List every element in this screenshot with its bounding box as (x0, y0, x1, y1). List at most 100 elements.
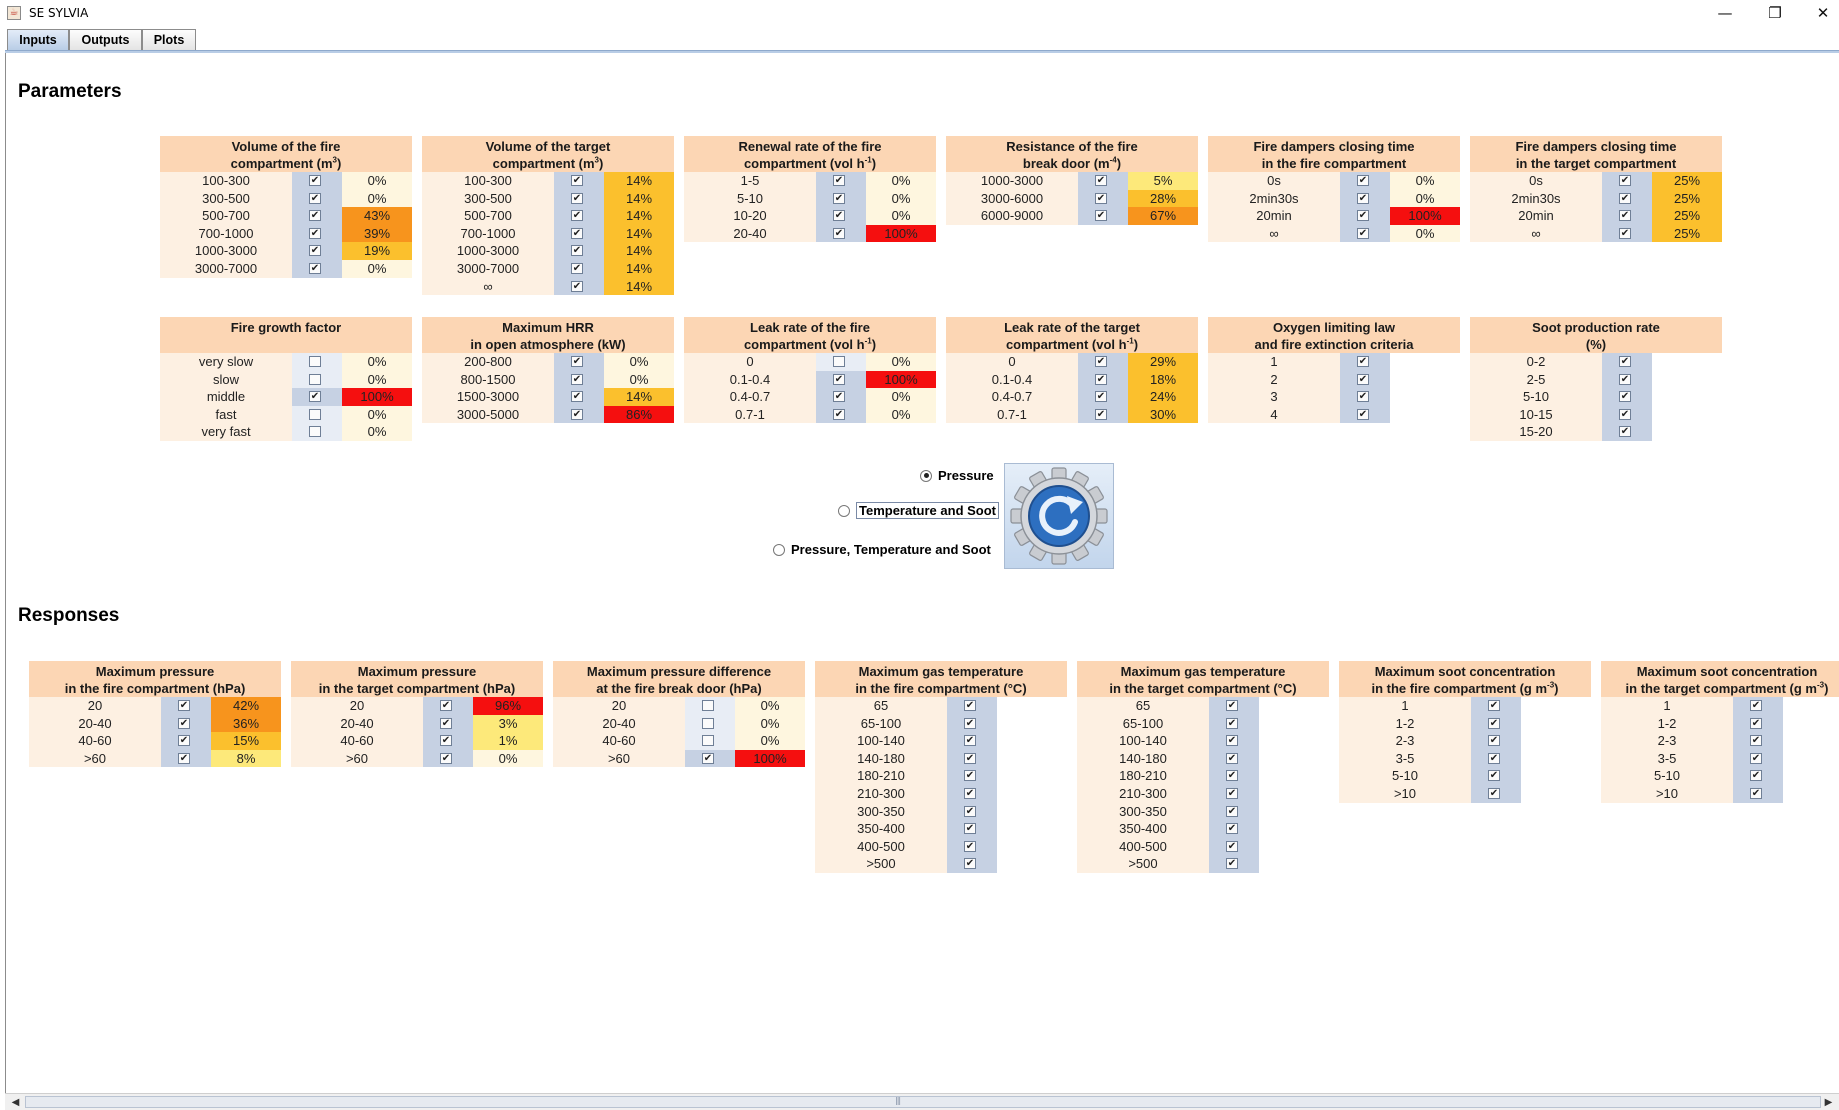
row-checkbox[interactable]: ✔ (1226, 823, 1238, 835)
row-checkbox[interactable]: ✔ (1488, 770, 1500, 782)
horizontal-scrollbar[interactable]: ◀ ||| ▶ (5, 1093, 1839, 1110)
row-checkbox[interactable]: ✔ (1357, 210, 1369, 222)
radio-pressure-temperature-soot-indicator[interactable] (773, 543, 785, 556)
scrollbar-thumb[interactable] (25, 1096, 1821, 1108)
row-checkbox[interactable]: ✔ (964, 787, 976, 799)
compute-button[interactable] (1004, 463, 1114, 569)
row-checkbox[interactable]: ✔ (440, 735, 452, 747)
row-checkbox[interactable]: ✔ (1488, 787, 1500, 799)
row-checkbox[interactable]: ✔ (1357, 192, 1369, 204)
row-checkbox[interactable]: ✔ (309, 245, 321, 257)
row-checkbox[interactable]: ✔ (571, 262, 583, 274)
row-checkbox[interactable]: ✔ (833, 210, 845, 222)
row-checkbox[interactable] (702, 735, 714, 747)
radio-temperature-soot[interactable]: Temperature and Soot (838, 502, 1000, 519)
row-checkbox[interactable]: ✔ (964, 700, 976, 711)
row-checkbox[interactable]: ✔ (178, 752, 190, 764)
row-checkbox[interactable]: ✔ (571, 192, 583, 204)
row-checkbox[interactable]: ✔ (1226, 700, 1238, 711)
row-checkbox[interactable]: ✔ (964, 805, 976, 817)
row-checkbox[interactable]: ✔ (702, 752, 714, 764)
row-checkbox[interactable]: ✔ (1095, 408, 1107, 420)
radio-pressure-temperature-soot[interactable]: Pressure, Temperature and Soot (773, 542, 991, 557)
row-checkbox[interactable] (309, 408, 321, 420)
row-checkbox[interactable]: ✔ (964, 858, 976, 870)
radio-pressure[interactable]: Pressure (920, 468, 994, 483)
row-checkbox[interactable]: ✔ (1226, 840, 1238, 852)
row-checkbox[interactable]: ✔ (1619, 373, 1631, 385)
tab-outputs[interactable]: Outputs (69, 29, 142, 50)
minimize-button[interactable]: — (1702, 0, 1748, 27)
row-checkbox[interactable]: ✔ (309, 227, 321, 239)
row-checkbox[interactable]: ✔ (1226, 858, 1238, 870)
row-checkbox[interactable]: ✔ (1488, 700, 1500, 711)
row-checkbox[interactable]: ✔ (1095, 210, 1107, 222)
row-checkbox[interactable]: ✔ (833, 408, 845, 420)
tab-inputs[interactable]: Inputs (7, 29, 69, 50)
row-checkbox[interactable]: ✔ (964, 717, 976, 729)
radio-temperature-soot-indicator[interactable] (838, 504, 850, 517)
row-checkbox[interactable]: ✔ (309, 262, 321, 274)
row-checkbox[interactable]: ✔ (833, 175, 845, 186)
tab-plots[interactable]: Plots (142, 29, 196, 50)
row-checkbox[interactable]: ✔ (1750, 700, 1762, 711)
row-checkbox[interactable]: ✔ (571, 210, 583, 222)
row-checkbox[interactable]: ✔ (1619, 192, 1631, 204)
close-button[interactable]: ✕ (1800, 0, 1839, 27)
row-checkbox[interactable]: ✔ (833, 391, 845, 403)
row-checkbox[interactable]: ✔ (964, 752, 976, 764)
row-checkbox[interactable]: ✔ (1226, 717, 1238, 729)
row-checkbox[interactable]: ✔ (964, 770, 976, 782)
row-checkbox[interactable]: ✔ (1619, 408, 1631, 420)
row-checkbox[interactable]: ✔ (1226, 735, 1238, 747)
row-checkbox[interactable]: ✔ (440, 752, 452, 764)
row-checkbox[interactable]: ✔ (571, 175, 583, 186)
row-checkbox[interactable]: ✔ (309, 391, 321, 403)
row-checkbox[interactable]: ✔ (1095, 175, 1107, 186)
row-checkbox[interactable]: ✔ (309, 192, 321, 204)
row-checkbox[interactable]: ✔ (571, 245, 583, 257)
row-checkbox[interactable]: ✔ (1357, 408, 1369, 420)
row-checkbox[interactable]: ✔ (1750, 787, 1762, 799)
row-checkbox[interactable]: ✔ (1226, 787, 1238, 799)
row-checkbox[interactable] (702, 717, 714, 729)
row-checkbox[interactable]: ✔ (1488, 735, 1500, 747)
scroll-right-arrow-icon[interactable]: ▶ (1820, 1095, 1837, 1110)
row-checkbox[interactable]: ✔ (833, 227, 845, 239)
scroll-left-arrow-icon[interactable]: ◀ (7, 1095, 24, 1110)
row-checkbox[interactable]: ✔ (1357, 373, 1369, 385)
row-checkbox[interactable]: ✔ (964, 823, 976, 835)
row-checkbox[interactable]: ✔ (1095, 192, 1107, 204)
row-checkbox[interactable]: ✔ (1619, 210, 1631, 222)
row-checkbox[interactable]: ✔ (309, 175, 321, 186)
row-checkbox[interactable]: ✔ (1357, 227, 1369, 239)
restore-button[interactable]: ❐ (1752, 0, 1798, 27)
row-checkbox[interactable]: ✔ (1619, 426, 1631, 438)
row-checkbox[interactable]: ✔ (833, 192, 845, 204)
row-checkbox[interactable]: ✔ (178, 735, 190, 747)
row-checkbox[interactable]: ✔ (1357, 175, 1369, 186)
row-checkbox[interactable] (309, 373, 321, 385)
row-checkbox[interactable]: ✔ (1095, 391, 1107, 403)
row-checkbox[interactable]: ✔ (571, 391, 583, 403)
row-checkbox[interactable]: ✔ (178, 700, 190, 711)
row-checkbox[interactable]: ✔ (1750, 770, 1762, 782)
row-checkbox[interactable]: ✔ (571, 356, 583, 367)
radio-pressure-indicator[interactable] (920, 469, 932, 482)
row-checkbox[interactable]: ✔ (1488, 717, 1500, 729)
row-checkbox[interactable]: ✔ (1226, 770, 1238, 782)
row-checkbox[interactable]: ✔ (833, 373, 845, 385)
row-checkbox[interactable]: ✔ (571, 408, 583, 420)
row-checkbox[interactable] (702, 700, 714, 711)
row-checkbox[interactable]: ✔ (1226, 752, 1238, 764)
row-checkbox[interactable]: ✔ (964, 840, 976, 852)
row-checkbox[interactable] (309, 426, 321, 438)
row-checkbox[interactable] (833, 356, 845, 367)
row-checkbox[interactable]: ✔ (1619, 391, 1631, 403)
row-checkbox[interactable]: ✔ (1357, 356, 1369, 367)
row-checkbox[interactable]: ✔ (571, 280, 583, 292)
row-checkbox[interactable]: ✔ (440, 700, 452, 711)
row-checkbox[interactable]: ✔ (1619, 227, 1631, 239)
row-checkbox[interactable]: ✔ (1619, 175, 1631, 186)
row-checkbox[interactable]: ✔ (1750, 717, 1762, 729)
